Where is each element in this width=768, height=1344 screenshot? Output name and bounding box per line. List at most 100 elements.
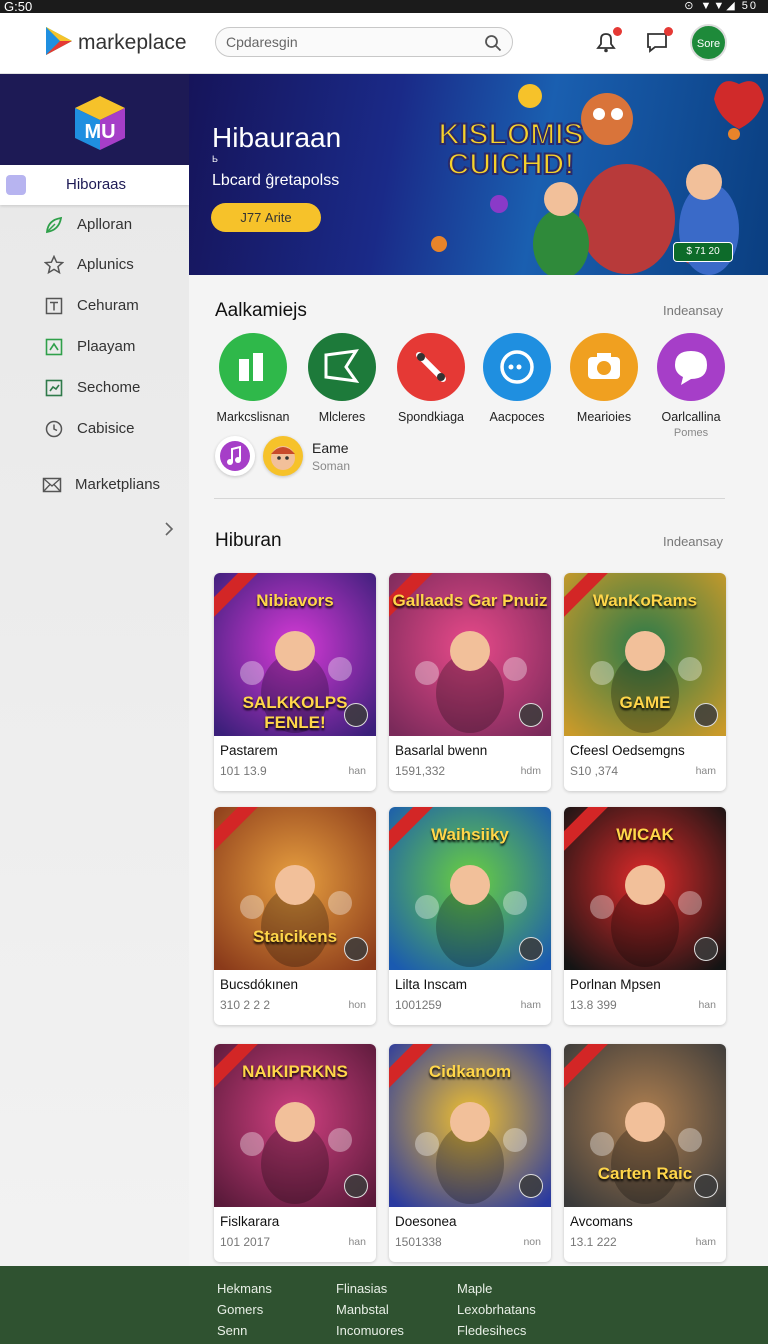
store-button[interactable]: Sore [690, 24, 727, 61]
category-item[interactable]: Oarlcallina Pomes [651, 333, 731, 439]
footer-link[interactable]: Hekmans [217, 1281, 272, 1296]
category-icon-circle [397, 333, 465, 401]
play-icon[interactable] [344, 937, 368, 961]
footer-link[interactable]: Maple [457, 1281, 492, 1296]
svg-text:MU: MU [84, 121, 115, 143]
play-icon[interactable] [694, 703, 718, 727]
footer-link[interactable]: Fledesihecs [457, 1323, 526, 1338]
sidebar-item-label: Marketplians [75, 476, 161, 493]
leaf-icon [46, 216, 63, 234]
game-name: Lilta Inscam [395, 977, 468, 992]
sidebar-item-marketplians[interactable]: Marketplians [0, 465, 189, 505]
extra-category-label: Eame [312, 440, 349, 456]
game-unit: ham [695, 1236, 716, 1248]
sidebar: MU Hiboraas Aplloran Aplunics Cehuram Pl… [0, 74, 189, 1266]
play-icon[interactable] [519, 703, 543, 727]
category-icon-circle [570, 333, 638, 401]
sidebar-item-label: Hiboraas [66, 176, 127, 193]
game-card[interactable]: NAIKIPRKNS Fislkarara 101 2017 han [214, 1044, 376, 1262]
game-card[interactable]: WanKoRams GAME Cfeesl Oedsemgns S10 ,374 ham [564, 573, 726, 791]
star-icon [44, 255, 64, 275]
play-icon[interactable] [519, 937, 543, 961]
category-item[interactable]: Mlcleres [302, 333, 382, 424]
hero-art-title-line1: KISLOMIS [438, 118, 583, 151]
sidebar-brand-area: MU [0, 74, 189, 166]
game-name: Porlnan Mpsen [570, 977, 661, 992]
game-card[interactable]: Staicikens Bucsdókınen 310 2 2 2 hon [214, 807, 376, 1025]
footer: Hekmans Gomers Senn Flinasias Manbstal I… [0, 1266, 768, 1344]
play-icon[interactable] [519, 1174, 543, 1198]
game-art-title: Gallaads Gar Pnuiz [392, 591, 548, 610]
play-icon[interactable] [694, 1174, 718, 1198]
game-card[interactable]: Nibiavors SALKKOLPS FENLE! Pastarem 101 13.… [214, 573, 376, 791]
category-item[interactable]: Mearioies [564, 333, 644, 424]
categories-see-all-link[interactable]: Indeansay [663, 303, 723, 318]
game-count: 1001259 [395, 998, 442, 1012]
category-item[interactable]: Markcslisnan [213, 333, 293, 424]
category-name: Aacpoces [489, 410, 545, 424]
sidebar-item-label: Sechome [77, 379, 141, 396]
search-input[interactable] [226, 32, 476, 52]
sidebar-item-cehuram[interactable]: Cehuram [0, 286, 189, 326]
messages-button[interactable] [644, 27, 673, 55]
search-bar[interactable] [215, 27, 513, 57]
category-sub: Pomes [673, 427, 709, 439]
category-item[interactable]: Aacpoces [477, 333, 557, 424]
game-art-title: NAIKIPRKNS [242, 1062, 348, 1081]
game-count: 13.1 222 [570, 1235, 617, 1249]
chevron-right-icon[interactable] [163, 521, 175, 537]
sidebar-item-label: Plaayam [77, 338, 136, 355]
footer-link[interactable]: Manbstal [336, 1302, 389, 1317]
game-unit: hdm [520, 765, 541, 777]
games-see-all-link[interactable]: Indeansay [663, 534, 723, 549]
footer-link[interactable]: Flinasias [336, 1281, 387, 1296]
footer-link[interactable]: Senn [217, 1323, 247, 1338]
status-bar: G:50 ⊙ ▼▼◢ 50 [0, 0, 768, 13]
sidebar-item-label: Cabisice [77, 420, 135, 437]
footer-link[interactable]: Lexobrhatans [457, 1302, 536, 1317]
game-count: 310 2 2 2 [220, 998, 271, 1012]
game-unit: ham [520, 999, 541, 1011]
game-name: Basarlal bwenn [395, 743, 488, 758]
game-card[interactable]: Carten Raic Avcomans 13.1 222 ham [564, 1044, 726, 1262]
hero-cta-button[interactable]: Ј77 Arite [211, 203, 321, 232]
game-count: 13.8 399 [570, 998, 617, 1012]
sidebar-item-hiboraas[interactable]: Hiboraas [0, 165, 189, 205]
app-header: markeplace Sore [0, 13, 768, 74]
play-logo-icon[interactable] [44, 25, 74, 57]
game-card[interactable]: Cidkanom Doesonea 1501338 non [389, 1044, 551, 1262]
play-icon[interactable] [344, 703, 368, 727]
game-card[interactable]: WICAK Porlnan Mpsen 13.8 399 han [564, 807, 726, 1025]
game-name: Cfeesl Oedsemgns [570, 743, 685, 758]
game-unit: han [698, 999, 716, 1011]
mu-cube-logo-icon[interactable]: MU [69, 92, 131, 154]
sidebar-item-aplunics[interactable]: Aplunics [0, 245, 189, 285]
play-icon[interactable] [694, 937, 718, 961]
game-art-title: WanKoRams [592, 591, 698, 610]
category-item[interactable]: Spondkiaga [391, 333, 471, 424]
sidebar-item-sechome[interactable]: Sechome [0, 368, 189, 408]
play-icon[interactable] [344, 1174, 368, 1198]
game-unit: non [523, 1236, 541, 1248]
game-card[interactable]: Gallaads Gar Pnuiz Basarlal bwenn 1591,332… [389, 573, 551, 791]
music-category-button[interactable] [215, 436, 255, 476]
sidebar-item-plaayam[interactable]: Plaayam [0, 327, 189, 367]
game-card[interactable]: Waihsiiky Lilta Inscam 1001259 ham [389, 807, 551, 1025]
sidebar-item-cabisice[interactable]: Cabisice [0, 409, 189, 449]
notifications-button[interactable] [593, 27, 622, 55]
category-icon-circle [219, 333, 287, 401]
category-name: Markcslisnan [216, 410, 290, 424]
game-unit: ham [695, 765, 716, 777]
sidebar-item-aplloran[interactable]: Aplloran [0, 205, 189, 245]
chart-icon [45, 379, 63, 397]
category-icon-circle [308, 333, 376, 401]
game-avatar-button[interactable] [263, 436, 303, 476]
search-icon[interactable] [484, 34, 502, 52]
category-name: Mearioies [576, 410, 632, 424]
game-unit: han [348, 765, 366, 777]
hero-banner[interactable]: Hibauraan Ь Lbcard ĝretapolss Ј77 Arite … [189, 74, 768, 275]
footer-link[interactable]: Incomuores [336, 1323, 404, 1338]
footer-link[interactable]: Gomers [217, 1302, 263, 1317]
game-count: 1591,332 [395, 764, 446, 778]
clock-icon [45, 420, 63, 438]
